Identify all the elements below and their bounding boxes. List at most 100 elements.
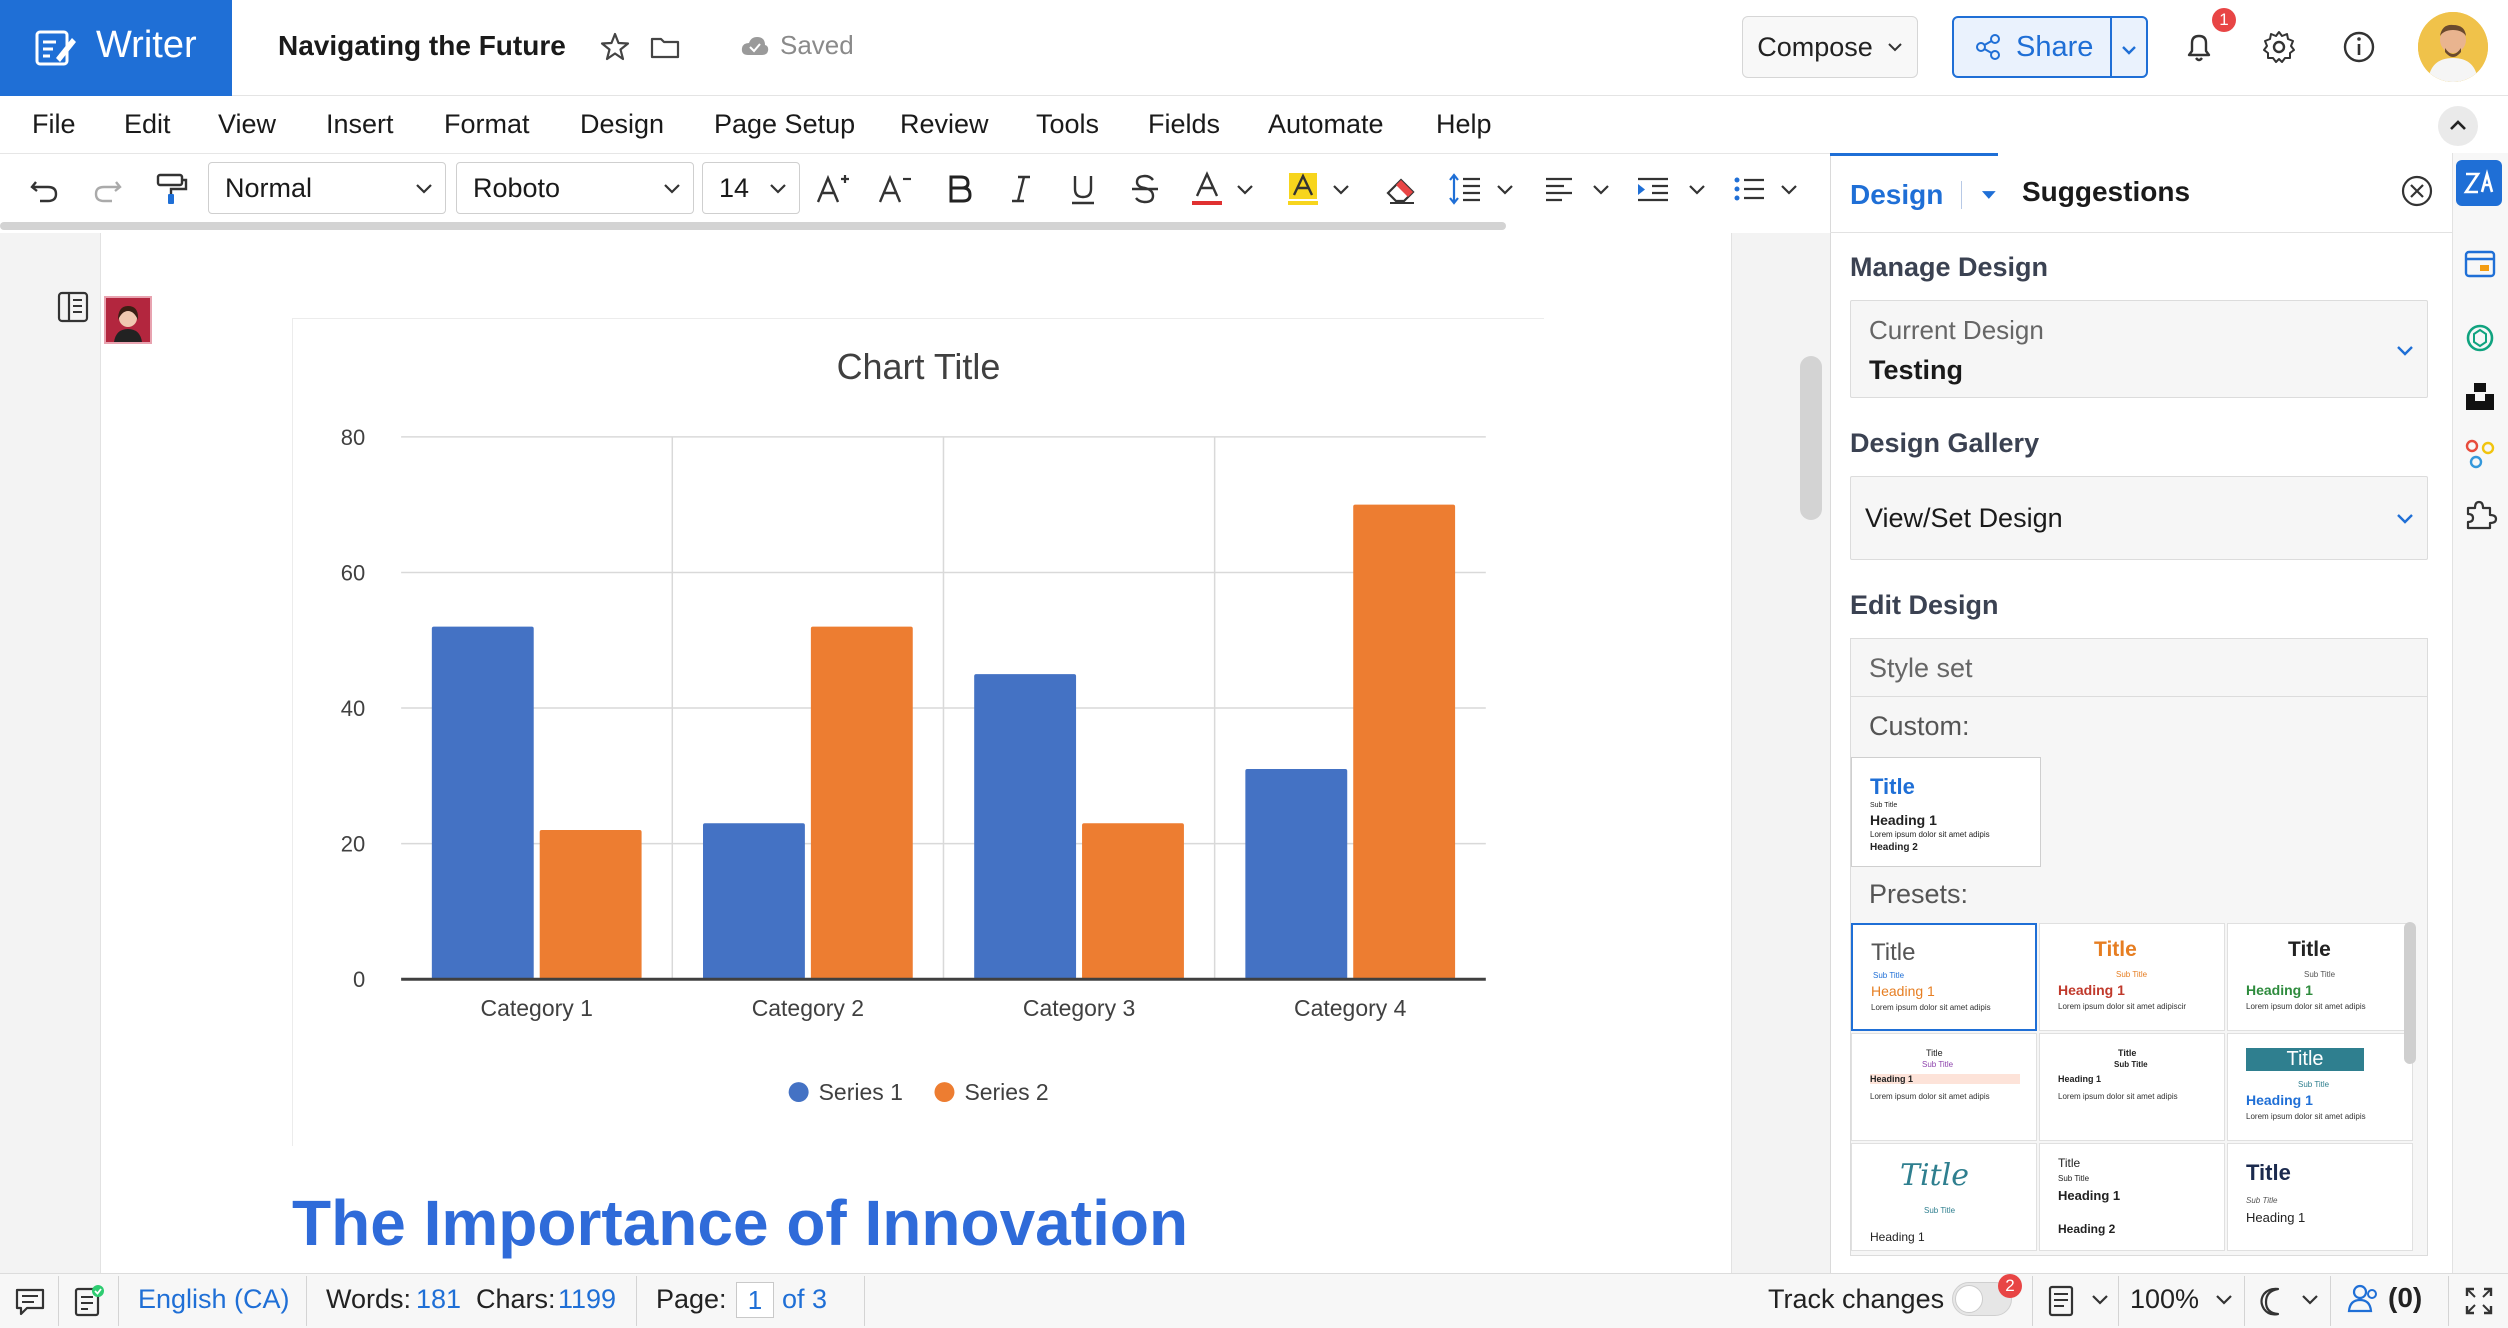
- bold-icon[interactable]: [940, 170, 978, 208]
- collaborators-indicator[interactable]: (0): [2346, 1280, 2422, 1316]
- spellcheck-icon[interactable]: [70, 1283, 106, 1319]
- comments-icon[interactable]: [12, 1283, 48, 1319]
- preset-card[interactable]: Title Sub Title Heading 1 Lorem ipsum do…: [1851, 1033, 2037, 1141]
- app-brand[interactable]: Writer: [0, 0, 232, 96]
- menu-design[interactable]: Design: [580, 109, 664, 140]
- menu-format[interactable]: Format: [444, 109, 530, 140]
- menu-tools[interactable]: Tools: [1036, 109, 1099, 140]
- format-painter-icon[interactable]: [152, 170, 190, 208]
- zia-button[interactable]: [2456, 160, 2502, 206]
- share-button[interactable]: Share: [1954, 18, 2113, 76]
- page-number-input[interactable]: 1: [736, 1282, 774, 1318]
- preset-card[interactable]: Title Sub Title Heading 1: [2227, 1143, 2413, 1251]
- clear-format-eraser-icon[interactable]: [1382, 170, 1420, 208]
- tab-suggestions[interactable]: Suggestions: [2022, 176, 2190, 208]
- preset-card[interactable]: Title Sub Title Heading 1 Lorem ipsum do…: [2227, 923, 2413, 1031]
- chevron-down-icon[interactable]: [2090, 1290, 2110, 1310]
- increase-font-size-icon[interactable]: [814, 170, 852, 208]
- chevron-down-icon[interactable]: [2300, 1290, 2320, 1310]
- menu-edit[interactable]: Edit: [124, 109, 171, 140]
- bullet-list-icon[interactable]: [1730, 170, 1768, 208]
- zoom-level[interactable]: 100%: [2130, 1284, 2199, 1315]
- chevron-down-icon[interactable]: [1686, 170, 1708, 208]
- moon-icon[interactable]: [2256, 1284, 2290, 1318]
- chatgpt-icon[interactable]: [2462, 320, 2498, 356]
- highlight-color-icon[interactable]: [1284, 170, 1322, 208]
- preset-heading: Heading 1: [2246, 1210, 2306, 1225]
- collaborator-avatar[interactable]: [104, 296, 152, 344]
- font-family-select[interactable]: Roboto: [456, 162, 694, 214]
- menu-help[interactable]: Help: [1436, 109, 1492, 140]
- current-design-select[interactable]: Current Design Testing: [1850, 300, 2428, 398]
- puzzle-extension-icon[interactable]: [2462, 496, 2498, 532]
- fullscreen-icon[interactable]: [2462, 1284, 2496, 1318]
- preset-card[interactable]: Title Sub Title Heading 1: [1851, 1143, 2037, 1251]
- caret-down-icon[interactable]: [1980, 189, 1998, 201]
- chevron-down-icon: [2122, 45, 2137, 55]
- folder-icon[interactable]: [648, 30, 682, 64]
- menu-file[interactable]: File: [32, 109, 76, 140]
- share-button-group: Share: [1952, 16, 2148, 78]
- close-panel-icon[interactable]: [2400, 174, 2434, 208]
- chevron-down-icon[interactable]: [1778, 170, 1800, 208]
- font-size-select[interactable]: 14: [702, 162, 800, 214]
- gear-icon[interactable]: [2260, 28, 2298, 66]
- current-design-label: Current Design: [1869, 315, 2044, 345]
- document-title[interactable]: Navigating the Future: [278, 30, 566, 62]
- star-icon[interactable]: [598, 30, 632, 64]
- underline-icon[interactable]: [1064, 170, 1102, 208]
- chevron-down-icon[interactable]: [1494, 170, 1516, 208]
- browser-window-icon[interactable]: [2462, 246, 2498, 282]
- preset-card[interactable]: Title Sub Title Heading 1 Lorem ipsum do…: [2039, 1033, 2225, 1141]
- preset-card[interactable]: Title Sub Title Heading 1 Heading 2: [2039, 1143, 2225, 1251]
- language-selector[interactable]: English (CA): [138, 1284, 290, 1315]
- paragraph-style-select[interactable]: Normal: [208, 162, 446, 214]
- strikethrough-icon[interactable]: [1126, 170, 1164, 208]
- compose-button[interactable]: Compose: [1742, 16, 1918, 78]
- preset-body: Lorem ipsum dolor sit amet adipis: [1871, 1003, 1991, 1012]
- menu-insert[interactable]: Insert: [326, 109, 394, 140]
- bar-chart[interactable]: Chart Title 0 20 40 60 80 Category 1 Category…: [292, 318, 1544, 1146]
- document-scrollbar[interactable]: [1800, 356, 1822, 520]
- font-color-icon[interactable]: [1188, 170, 1226, 208]
- decrease-font-size-icon[interactable]: [876, 170, 914, 208]
- collaborator-photo-icon: [106, 298, 150, 342]
- print-layout-icon[interactable]: [2044, 1283, 2078, 1319]
- chevron-down-icon[interactable]: [1234, 170, 1256, 208]
- document-heading[interactable]: The Importance of Innovation: [292, 1186, 1188, 1260]
- chart-x-tick-label: Category 4: [1294, 995, 1407, 1021]
- bell-icon[interactable]: [2180, 28, 2218, 66]
- toolbar-scrollbar[interactable]: [0, 222, 1506, 230]
- menu-page-setup[interactable]: Page Setup: [714, 109, 855, 140]
- collapse-toolbar-button[interactable]: [2438, 106, 2478, 146]
- italic-icon[interactable]: [1002, 170, 1040, 208]
- chevron-down-icon[interactable]: [2214, 1290, 2234, 1310]
- presets-scrollbar[interactable]: [2404, 922, 2416, 1064]
- info-icon[interactable]: [2340, 28, 2378, 66]
- custom-style-card[interactable]: Title Sub Title Heading 1 Lorem ipsum do…: [1851, 757, 2041, 867]
- integrations-icon[interactable]: [2462, 436, 2498, 472]
- preset-card[interactable]: Title Sub Title Heading 1 Lorem ipsum do…: [2039, 923, 2225, 1031]
- preset-card[interactable]: Title Sub Title Heading 1 Lorem ipsum do…: [2227, 1033, 2413, 1141]
- preset-card[interactable]: Title Sub Title Heading 1 Lorem ipsum do…: [1851, 923, 2037, 1031]
- menu-automate[interactable]: Automate: [1268, 109, 1384, 140]
- align-left-icon[interactable]: [1540, 170, 1578, 208]
- user-avatar[interactable]: [2418, 12, 2488, 82]
- chevron-down-icon[interactable]: [1330, 170, 1352, 208]
- tab-divider: [1961, 180, 1963, 209]
- design-gallery-select[interactable]: View/Set Design: [1850, 476, 2428, 560]
- document-outline-icon[interactable]: [56, 290, 90, 324]
- preset-title: Title: [2058, 1156, 2081, 1170]
- indent-icon[interactable]: [1634, 170, 1672, 208]
- tab-design[interactable]: Design: [1830, 153, 1998, 233]
- menu-view[interactable]: View: [218, 109, 276, 140]
- menu-fields[interactable]: Fields: [1148, 109, 1220, 140]
- share-dropdown-button[interactable]: [2112, 31, 2146, 64]
- chevron-down-icon[interactable]: [1590, 170, 1612, 208]
- redo-icon[interactable]: [88, 170, 126, 208]
- custom-style-heading: Heading 1: [1870, 812, 1937, 828]
- line-spacing-icon[interactable]: [1446, 170, 1484, 208]
- undo-icon[interactable]: [26, 170, 64, 208]
- menu-review[interactable]: Review: [900, 109, 989, 140]
- unsplash-icon[interactable]: [2462, 378, 2498, 414]
